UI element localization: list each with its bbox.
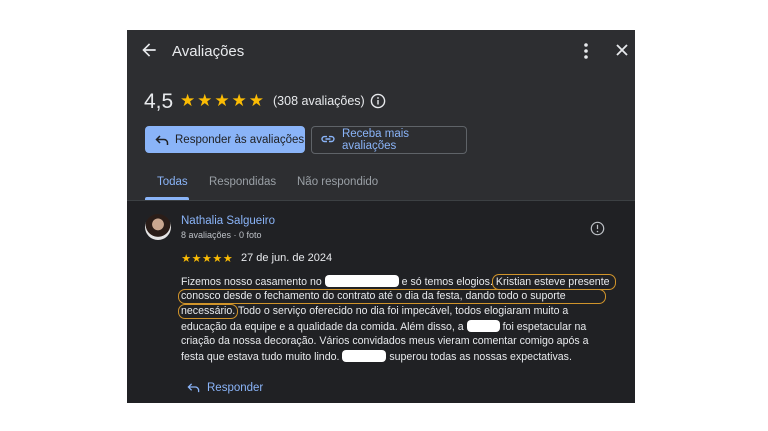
reply-icon — [187, 383, 200, 393]
reply-reviews-button[interactable]: Responder às avaliações — [145, 126, 305, 153]
info-icon[interactable] — [590, 221, 605, 236]
review-date: 27 de jun. de 2024 — [241, 252, 333, 264]
get-more-reviews-button[interactable]: Receba mais avaliações — [311, 126, 467, 154]
reply-button[interactable]: Responder — [187, 381, 263, 394]
close-icon[interactable] — [615, 43, 629, 57]
redacted-text — [324, 275, 399, 287]
review-text-line: Fizemos nosso casamento no e só temos el… — [181, 275, 610, 288]
star-icon: ★ — [248, 91, 264, 110]
review-stars: ★ ★ ★ ★ ★ — [181, 253, 233, 265]
more-vert-icon[interactable] — [579, 42, 593, 60]
reviews-header-area: Avaliações 4,5 ★ ★ ★ ★ ★ (308 avaliações… — [127, 30, 635, 200]
reviews-panel: Avaliações 4,5 ★ ★ ★ ★ ★ (308 avaliações… — [127, 30, 635, 403]
tab-todas[interactable]: Todas — [157, 176, 188, 188]
review-author[interactable]: Nathalia Salgueiro — [181, 215, 275, 227]
arrow-back-icon[interactable] — [139, 40, 159, 60]
redacted-text — [342, 350, 387, 362]
review-text-line: criação da nossa decoração. Vários convi… — [181, 335, 589, 347]
reply-reviews-label: Responder às avaliações — [175, 133, 305, 146]
star-icon: ★ — [179, 91, 196, 110]
star-icon: ★ — [214, 91, 230, 110]
page-title: Avaliações — [172, 43, 245, 60]
reply-icon — [155, 134, 169, 145]
review-count: (308 avaliações) — [273, 94, 365, 108]
share-icon — [321, 135, 335, 143]
star-icon: ★ — [212, 253, 223, 265]
star-icon: ★ — [197, 91, 213, 110]
review-text-line: necessário. Todo o serviço oferecido no … — [181, 305, 569, 317]
tab-nao-respondido[interactable]: Não respondido — [297, 176, 378, 188]
review-text-line: conosco desde o fechamento do contrato a… — [181, 290, 566, 302]
get-more-reviews-label: Receba mais avaliações — [341, 128, 410, 152]
reply-label: Responder — [207, 381, 264, 394]
review-text-line: festa que estava tudo muito lindo. super… — [181, 350, 572, 363]
tab-respondidas[interactable]: Respondidas — [209, 176, 276, 188]
rating-stars: ★ ★ ★ ★ ★ — [179, 91, 265, 111]
avatar[interactable] — [145, 214, 171, 240]
review-author-meta: 8 avaliações · 0 foto — [181, 230, 262, 240]
star-icon: ★ — [231, 91, 247, 110]
review-text-line: educação da equipe e a qualidade da comi… — [181, 320, 587, 333]
redacted-text — [466, 320, 500, 332]
star-icon: ★ — [181, 253, 192, 265]
info-icon[interactable] — [370, 93, 386, 109]
star-icon: ★ — [222, 253, 233, 265]
star-icon: ★ — [202, 253, 212, 265]
star-icon: ★ — [191, 253, 202, 265]
average-rating: 4,5 — [144, 90, 174, 113]
divider — [127, 200, 635, 201]
